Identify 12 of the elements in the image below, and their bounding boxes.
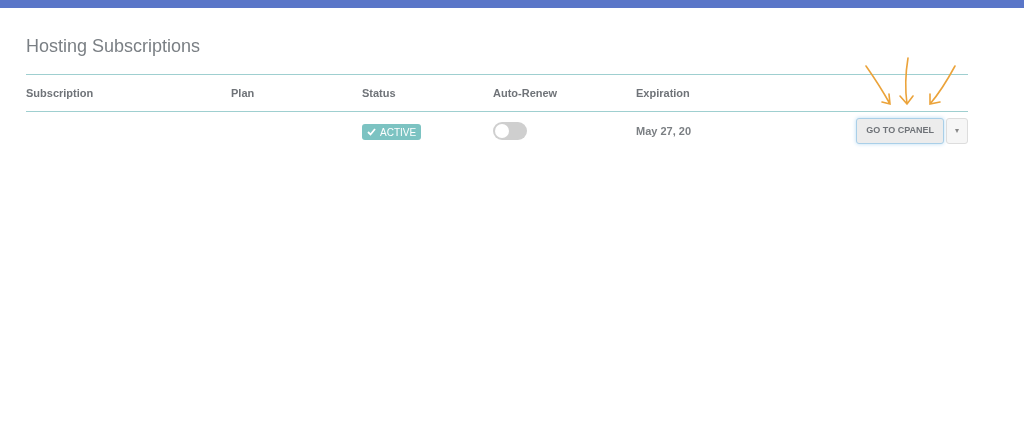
column-header: Auto-Renew xyxy=(493,85,558,101)
go-to-cpanel-button[interactable]: GO TO CPANEL xyxy=(856,118,944,144)
column-header: Plan xyxy=(231,85,255,101)
page-title: Hosting Subscriptions xyxy=(26,35,202,58)
column-header: Status xyxy=(362,85,396,101)
column-header: Subscription xyxy=(26,85,94,101)
dropdown-button[interactable]: ▾ xyxy=(946,118,968,144)
status-badge: ACTIVE xyxy=(362,124,422,140)
expiration-date: May 27, 20 xyxy=(636,123,692,139)
column-header: Expiration xyxy=(636,85,690,101)
toggle-switch[interactable] xyxy=(493,122,527,140)
check-icon xyxy=(367,128,376,136)
